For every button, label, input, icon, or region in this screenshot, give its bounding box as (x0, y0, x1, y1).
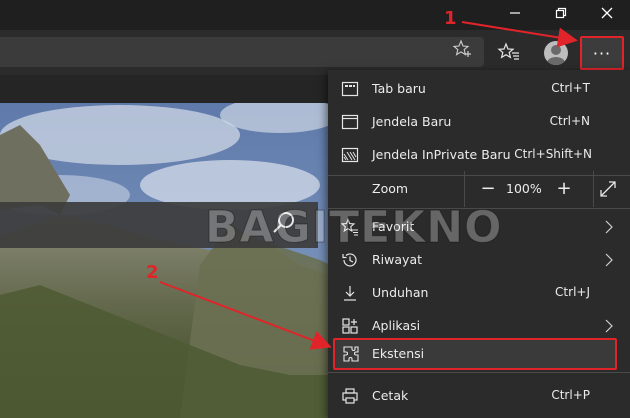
zoom-value: 100% (506, 181, 542, 196)
browser-toolbar: ··· (0, 30, 630, 75)
favorites-button[interactable] (497, 40, 521, 64)
chevron-right-icon (605, 253, 613, 267)
menu-item-shortcut: Ctrl+T (551, 81, 590, 95)
apps-icon (342, 318, 358, 334)
new-tab-icon (341, 81, 359, 97)
restore-icon (555, 7, 567, 19)
menu-item-label: Jendela InPrivate Baru (372, 147, 511, 162)
history-icon (342, 253, 357, 267)
minimize-icon (510, 12, 520, 14)
menu-item-label: Ekstensi (372, 346, 425, 361)
annotation-step-2: 2 (146, 262, 159, 283)
chevron-right-icon (605, 220, 613, 234)
menu-divider (328, 372, 630, 373)
download-icon (344, 286, 356, 301)
menu-item-label: Cetak (372, 388, 409, 403)
add-favorite-button[interactable] (452, 38, 474, 60)
menu-item-label: Tab baru (372, 81, 426, 96)
menu-item-shortcut: Ctrl+P (551, 388, 590, 402)
menu-item-shortcut: Ctrl+Shift+N (514, 147, 592, 161)
menu-item-print[interactable]: Cetak Ctrl+P (328, 379, 630, 412)
title-bar (0, 0, 630, 30)
inprivate-window-icon (341, 147, 359, 163)
settings-more-button[interactable]: ··· (580, 36, 624, 70)
new-window-icon (341, 114, 359, 130)
print-icon (342, 388, 358, 404)
menu-item-downloads[interactable]: Unduhan Ctrl+J (328, 276, 630, 309)
more-icon: ··· (592, 43, 612, 63)
address-bar[interactable] (0, 37, 484, 67)
menu-item-label: Unduhan (372, 285, 429, 300)
fullscreen-icon (600, 181, 616, 197)
watermark-text: BAGITEKNO (205, 202, 503, 253)
profile-button[interactable] (544, 41, 568, 65)
menu-item-new-window[interactable]: Jendela Baru Ctrl+N (328, 105, 630, 138)
profile-avatar-icon (547, 45, 565, 65)
favorites-list-icon (497, 42, 519, 60)
restore-button[interactable] (538, 0, 584, 26)
menu-item-label: Jendela Baru (372, 114, 452, 129)
menu-item-new-tab[interactable]: Tab baru Ctrl+T (328, 72, 630, 105)
close-icon (601, 7, 613, 19)
annotation-step-1: 1 (444, 8, 457, 29)
fullscreen-button[interactable] (598, 179, 618, 199)
chevron-right-icon (605, 319, 613, 333)
menu-item-extensions[interactable]: Ekstensi (333, 338, 617, 370)
menu-item-inprivate-window[interactable]: Jendela InPrivate Baru Ctrl+Shift+N (328, 138, 630, 171)
zoom-out-button[interactable]: − (478, 179, 498, 199)
zoom-in-button[interactable]: + (554, 179, 574, 199)
menu-item-shortcut: Ctrl+J (555, 285, 590, 299)
menu-item-shortcut: Ctrl+N (549, 114, 590, 128)
minimize-button[interactable] (492, 0, 538, 26)
star-plus-icon (452, 39, 471, 57)
close-button[interactable] (584, 0, 630, 26)
extensions-icon (343, 346, 359, 362)
